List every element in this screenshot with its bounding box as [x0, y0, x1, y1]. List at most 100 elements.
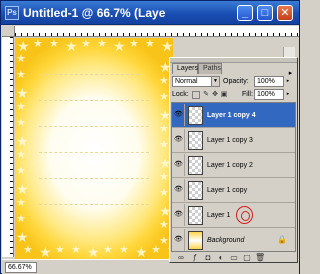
- new-layer-icon[interactable]: ▢: [242, 253, 252, 263]
- star-decoration: ★: [145, 38, 155, 50]
- lock-image-brush-icon[interactable]: ✎: [202, 91, 210, 99]
- trash-icon[interactable]: 🗑: [255, 253, 265, 263]
- opacity-label: Opacity:: [223, 78, 249, 85]
- star-decoration: ★: [113, 38, 126, 54]
- document-title: Untitled-1 @ 66.7% (Layer ...: [23, 6, 165, 20]
- star-decoration: ★: [159, 219, 169, 231]
- layer-name: Layer 1 copy 4: [207, 112, 256, 119]
- maximize-button[interactable]: □: [257, 5, 273, 21]
- star-decoration: ★: [55, 244, 65, 256]
- star-decoration: ★: [103, 244, 113, 256]
- visibility-eye-icon[interactable]: 👁: [173, 104, 185, 126]
- layer-mask-icon[interactable]: ◘: [203, 253, 213, 263]
- visibility-eye-icon[interactable]: 👁: [173, 154, 185, 176]
- star-decoration: ★: [159, 139, 169, 151]
- adjustment-layer-icon[interactable]: ◐: [216, 253, 226, 263]
- visibility-eye-icon[interactable]: 👁: [173, 179, 185, 201]
- layer-row-layer-1[interactable]: 👁 Layer 1: [172, 203, 295, 228]
- chevron-down-icon: ▼: [211, 77, 219, 86]
- star-decoration: ★: [87, 244, 100, 259]
- fill-field[interactable]: 100%: [254, 89, 284, 100]
- star-decoration: ★: [23, 244, 33, 256]
- lock-icon: 🔒: [277, 235, 287, 244]
- text-guide: [39, 204, 149, 205]
- layer-style-icon[interactable]: ƒ: [190, 253, 200, 263]
- blend-mode-select[interactable]: Normal ▼: [172, 76, 220, 87]
- layer-row-background[interactable]: 👁 Background 🔒: [172, 228, 295, 251]
- fill-label: Fill:: [242, 91, 253, 98]
- title-bar[interactable]: Ps Untitled-1 @ 66.7% (Layer ... _ □ ✕: [1, 1, 299, 25]
- visibility-eye-icon[interactable]: 👁: [173, 129, 185, 151]
- star-decoration: ★: [16, 213, 26, 225]
- star-decoration: ★: [159, 123, 169, 135]
- close-button[interactable]: ✕: [277, 5, 293, 21]
- tab-layers[interactable]: Layers: [172, 63, 198, 74]
- lock-position-move-icon[interactable]: ✥: [211, 91, 219, 99]
- text-guide: [39, 126, 149, 127]
- layers-list: 👁 Layer 1 copy 4 👁 Layer 1 copy 3 👁 Laye…: [171, 102, 296, 252]
- star-decoration: ★: [135, 244, 148, 259]
- layer-thumbnail: [188, 106, 203, 125]
- new-group-folder-icon[interactable]: ▭: [229, 253, 239, 263]
- visibility-eye-icon[interactable]: 👁: [173, 229, 185, 251]
- layer-name: Layer 1 copy: [207, 187, 248, 194]
- photoshop-document-icon: Ps: [5, 6, 19, 20]
- star-decoration: ★: [159, 171, 169, 183]
- red-circle-annotation: [236, 206, 253, 224]
- blend-mode-value: Normal: [175, 78, 198, 85]
- star-decoration: ★: [16, 117, 26, 129]
- star-decoration: ★: [16, 85, 29, 101]
- star-decoration: ★: [16, 69, 26, 81]
- ruler-origin[interactable]: [2, 26, 15, 37]
- tab-paths[interactable]: Paths: [198, 63, 222, 74]
- star-decoration: ★: [119, 244, 129, 256]
- layer-name: Layer 1 copy 2: [207, 162, 253, 169]
- star-decoration: ★: [39, 244, 52, 259]
- star-decoration: ★: [16, 197, 26, 209]
- background-thumbnail: [188, 231, 203, 250]
- fill-slider-arrow-icon[interactable]: ▸: [285, 89, 291, 100]
- vertical-ruler[interactable]: [2, 37, 14, 257]
- layer-row-layer-1-copy-3[interactable]: 👁 Layer 1 copy 3: [172, 128, 295, 153]
- link-layers-icon[interactable]: ∞: [176, 253, 186, 263]
- text-guide: [39, 74, 139, 75]
- star-decoration: ★: [16, 149, 26, 161]
- horizontal-ruler[interactable]: [15, 26, 299, 37]
- layer-thumbnail: [188, 131, 203, 150]
- star-decoration: ★: [16, 133, 29, 149]
- minimize-button[interactable]: _: [237, 5, 253, 21]
- document-canvas[interactable]: ★ ★ ★ ★ ★ ★ ★ ★ ★ ★ ★ ★ ★ ★ ★ ★ ★ ★ ★ ★ ★ ★ ★ ★ ★ ★ ★ ★ ★ ★ ★ ★ ★ ★ ★ ★ ★ ★ ★ ★…: [15, 38, 173, 259]
- star-decoration: ★: [159, 235, 169, 247]
- star-decoration: ★: [17, 38, 30, 54]
- opacity-slider-arrow-icon[interactable]: ▸: [285, 76, 291, 87]
- layer-name: Layer 1 copy 3: [207, 137, 253, 144]
- text-guide: [39, 100, 149, 101]
- star-decoration: ★: [65, 38, 78, 54]
- star-decoration: ★: [159, 91, 169, 103]
- layer-name: Background: [207, 237, 245, 244]
- star-decoration: ★: [16, 165, 26, 177]
- visibility-eye-icon[interactable]: 👁: [173, 204, 185, 226]
- layer-row-layer-1-copy-2[interactable]: 👁 Layer 1 copy 2: [172, 153, 295, 178]
- lock-label: Lock:: [172, 91, 189, 98]
- star-decoration: ★: [71, 244, 81, 256]
- star-decoration: ★: [49, 38, 59, 50]
- star-decoration: ★: [161, 38, 173, 54]
- layer-row-layer-1-copy[interactable]: 👁 Layer 1 copy: [172, 178, 295, 203]
- star-decoration: ★: [16, 181, 29, 197]
- star-decoration: ★: [159, 75, 169, 87]
- text-guide: [39, 152, 149, 153]
- star-decoration: ★: [129, 38, 139, 50]
- star-decoration: ★: [16, 53, 26, 65]
- lock-transparent-icon[interactable]: [192, 91, 200, 99]
- layers-palette: Layers Paths ▸ Normal ▼ Opacity: 100% ▸ …: [169, 57, 298, 263]
- star-decoration: ★: [16, 101, 26, 113]
- layer-name: Layer 1: [207, 212, 231, 219]
- palette-footer: ∞ ƒ ◘ ◐ ▭ ▢ 🗑: [170, 253, 297, 263]
- layer-row-layer-1-copy-4[interactable]: 👁 Layer 1 copy 4: [172, 103, 295, 128]
- zoom-level-field[interactable]: 66.67%: [5, 262, 37, 273]
- star-decoration: ★: [97, 38, 107, 50]
- lock-all-icon[interactable]: ▣: [220, 91, 228, 99]
- star-decoration: ★: [16, 229, 29, 245]
- opacity-field[interactable]: 100%: [254, 76, 284, 87]
